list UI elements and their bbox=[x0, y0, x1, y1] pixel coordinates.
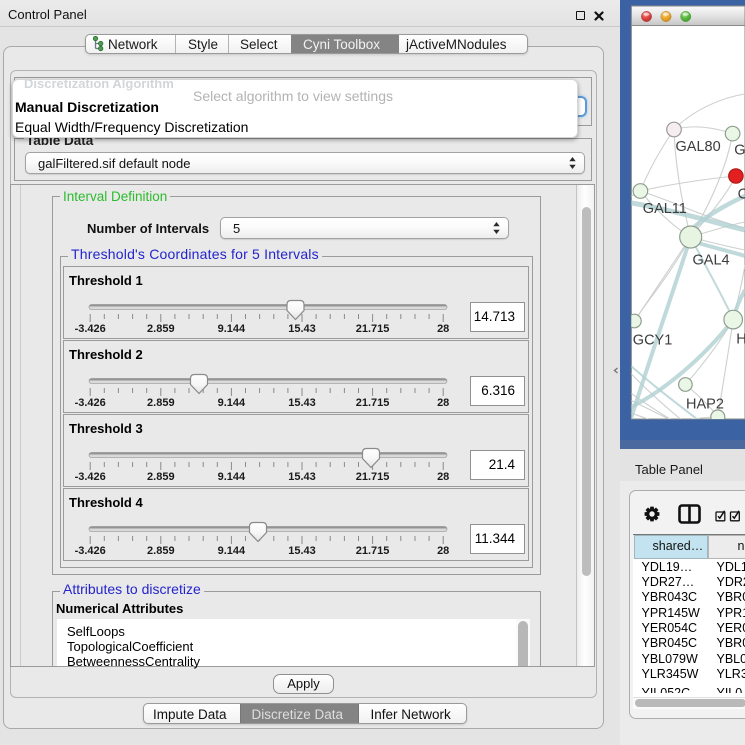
svg-text:GCY1: GCY1 bbox=[633, 333, 673, 349]
svg-text:9.144: 9.144 bbox=[218, 397, 246, 409]
svg-text:2.859: 2.859 bbox=[147, 397, 175, 409]
svg-text:GAL80: GAL80 bbox=[676, 139, 721, 155]
svg-text:21.715: 21.715 bbox=[356, 323, 390, 335]
svg-text:-3.426: -3.426 bbox=[75, 471, 106, 483]
svg-text:28: 28 bbox=[437, 471, 449, 483]
svg-text:28: 28 bbox=[437, 323, 449, 335]
svg-text:28: 28 bbox=[437, 397, 449, 409]
svg-text:9.144: 9.144 bbox=[218, 545, 246, 557]
svg-text:-3.426: -3.426 bbox=[75, 323, 106, 335]
svg-text:GAL11: GAL11 bbox=[643, 201, 687, 217]
svg-text:21.715: 21.715 bbox=[356, 545, 390, 557]
svg-text:HAP2: HAP2 bbox=[686, 397, 724, 413]
svg-text:CR: CR bbox=[738, 187, 745, 203]
svg-text:-3.426: -3.426 bbox=[75, 545, 106, 557]
svg-text:9.144: 9.144 bbox=[218, 471, 246, 483]
svg-text:15.43: 15.43 bbox=[288, 323, 316, 335]
svg-text:GA: GA bbox=[734, 143, 745, 159]
svg-text:15.43: 15.43 bbox=[288, 545, 316, 557]
svg-text:21.715: 21.715 bbox=[356, 397, 390, 409]
svg-text:2.859: 2.859 bbox=[147, 323, 175, 335]
svg-text:28: 28 bbox=[437, 545, 449, 557]
svg-text:9.144: 9.144 bbox=[218, 323, 246, 335]
svg-text:2.859: 2.859 bbox=[147, 471, 175, 483]
svg-text:2.859: 2.859 bbox=[147, 545, 175, 557]
svg-text:HI: HI bbox=[736, 332, 745, 348]
svg-text:15.43: 15.43 bbox=[288, 397, 316, 409]
svg-text:21.715: 21.715 bbox=[356, 471, 390, 483]
svg-text:GAL4: GAL4 bbox=[693, 253, 730, 269]
svg-text:-3.426: -3.426 bbox=[75, 397, 106, 409]
svg-text:15.43: 15.43 bbox=[288, 471, 316, 483]
